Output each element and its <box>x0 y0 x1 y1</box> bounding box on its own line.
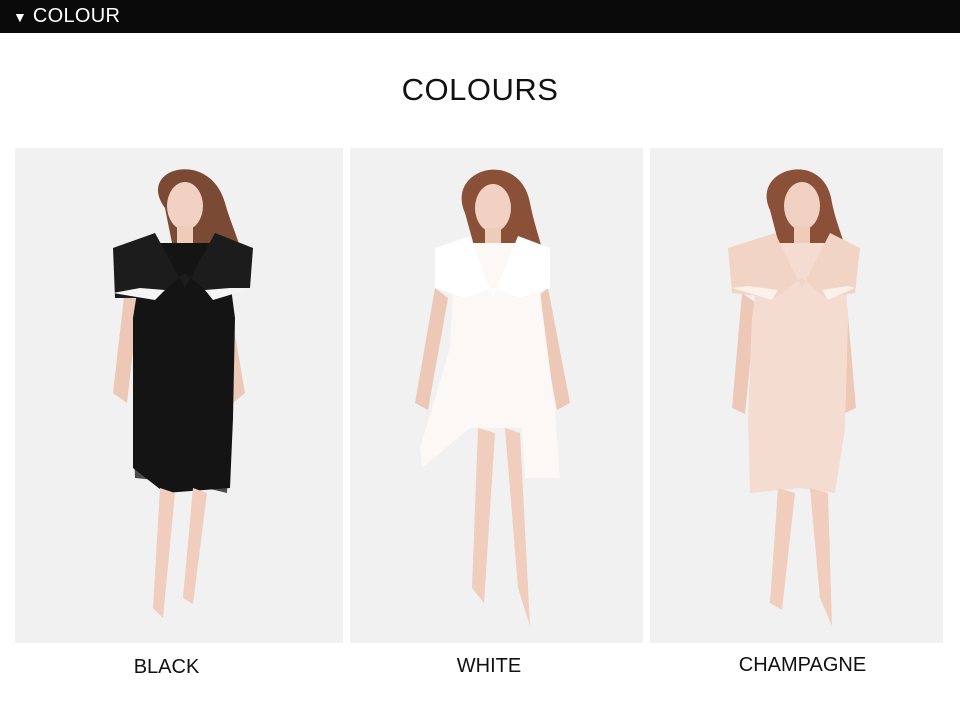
product-image-white[interactable] <box>350 148 643 643</box>
model-illustration-white <box>415 169 570 626</box>
model-illustration-champagne <box>728 169 860 626</box>
variant-label-champagne: CHAMPAGNE <box>738 654 867 676</box>
variant-label-white: WHITE <box>456 655 522 677</box>
page-title: COLOURS <box>401 72 559 107</box>
model-illustration-black <box>113 169 253 618</box>
triangle-down-icon: ▼ <box>13 8 27 25</box>
section-header-title: COLOUR <box>32 5 121 27</box>
product-image-champagne[interactable] <box>650 148 943 643</box>
section-header-bar[interactable]: ▼ COLOUR <box>0 0 960 33</box>
product-image-black[interactable] <box>15 148 343 643</box>
variant-label-black: BLACK <box>133 656 200 678</box>
